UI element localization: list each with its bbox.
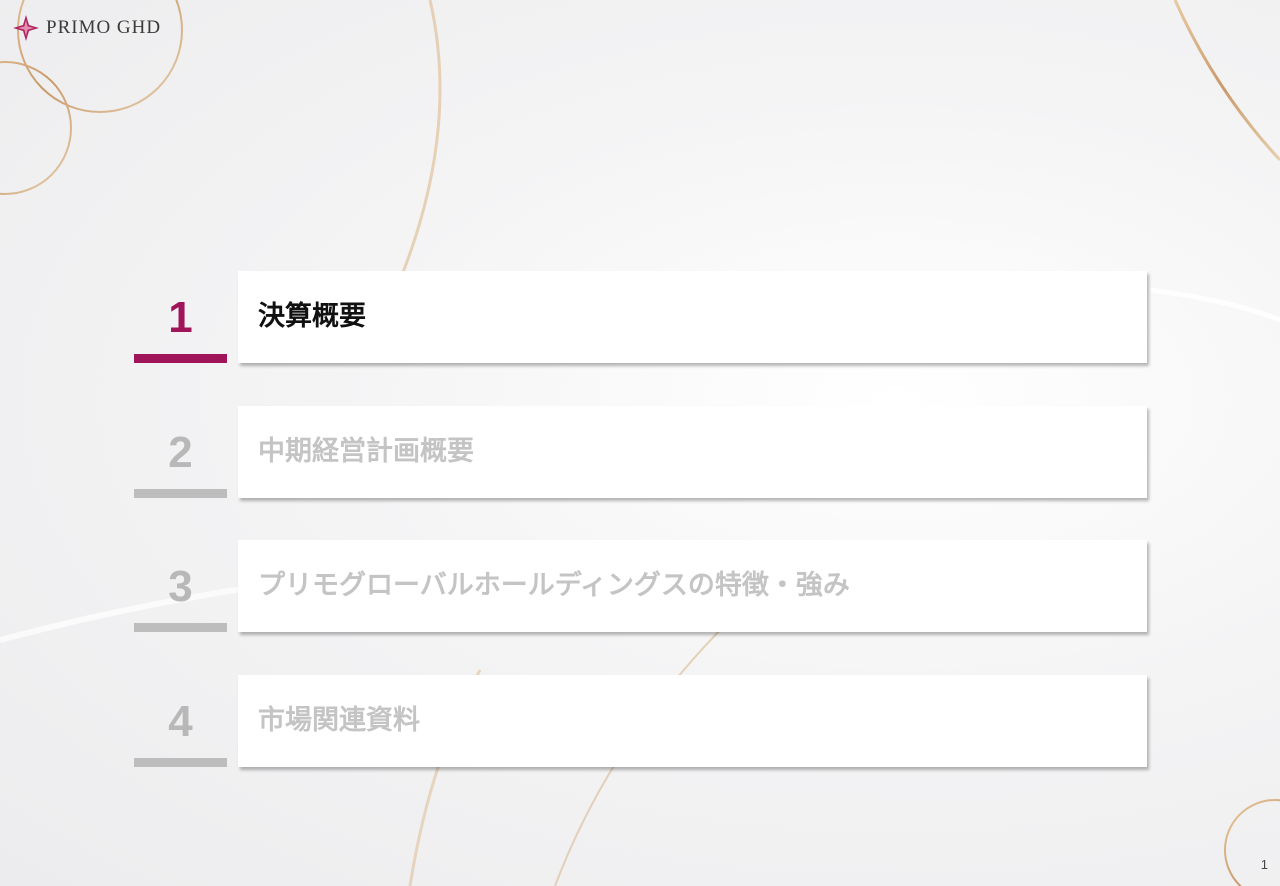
toc-card: 市場関連資料 bbox=[238, 675, 1147, 767]
toc-underline bbox=[134, 623, 227, 632]
toc-label: 市場関連資料 bbox=[258, 705, 420, 736]
toc-card: 中期経営計画概要 bbox=[238, 406, 1147, 498]
toc-number: 1 bbox=[168, 293, 193, 342]
page-number: 1 bbox=[1260, 857, 1268, 872]
toc-item-3[interactable]: 3 プリモグローバルホールディングスの特徴・強み bbox=[134, 540, 1147, 634]
toc-label: プリモグローバルホールディングスの特徴・強み bbox=[258, 570, 850, 601]
toc-number: 2 bbox=[168, 428, 193, 477]
toc-underline bbox=[134, 758, 227, 767]
toc-item-4[interactable]: 4 市場関連資料 bbox=[134, 675, 1147, 769]
company-logo: PRIMO GHD bbox=[12, 14, 161, 42]
diamond-star-icon bbox=[13, 15, 39, 41]
toc-label: 決算概要 bbox=[258, 301, 366, 332]
toc-card: 決算概要 bbox=[238, 271, 1147, 363]
logo-text: PRIMO GHD bbox=[46, 17, 162, 38]
toc-item-2[interactable]: 2 中期経営計画概要 bbox=[134, 406, 1147, 500]
toc-card: プリモグローバルホールディングスの特徴・強み bbox=[238, 540, 1147, 632]
toc-underline bbox=[134, 489, 227, 498]
toc-number: 4 bbox=[168, 697, 193, 746]
toc-number: 3 bbox=[168, 562, 193, 611]
toc-item-1[interactable]: 1 決算概要 bbox=[134, 271, 1147, 365]
toc-underline bbox=[134, 354, 227, 363]
toc-label: 中期経営計画概要 bbox=[258, 436, 474, 467]
